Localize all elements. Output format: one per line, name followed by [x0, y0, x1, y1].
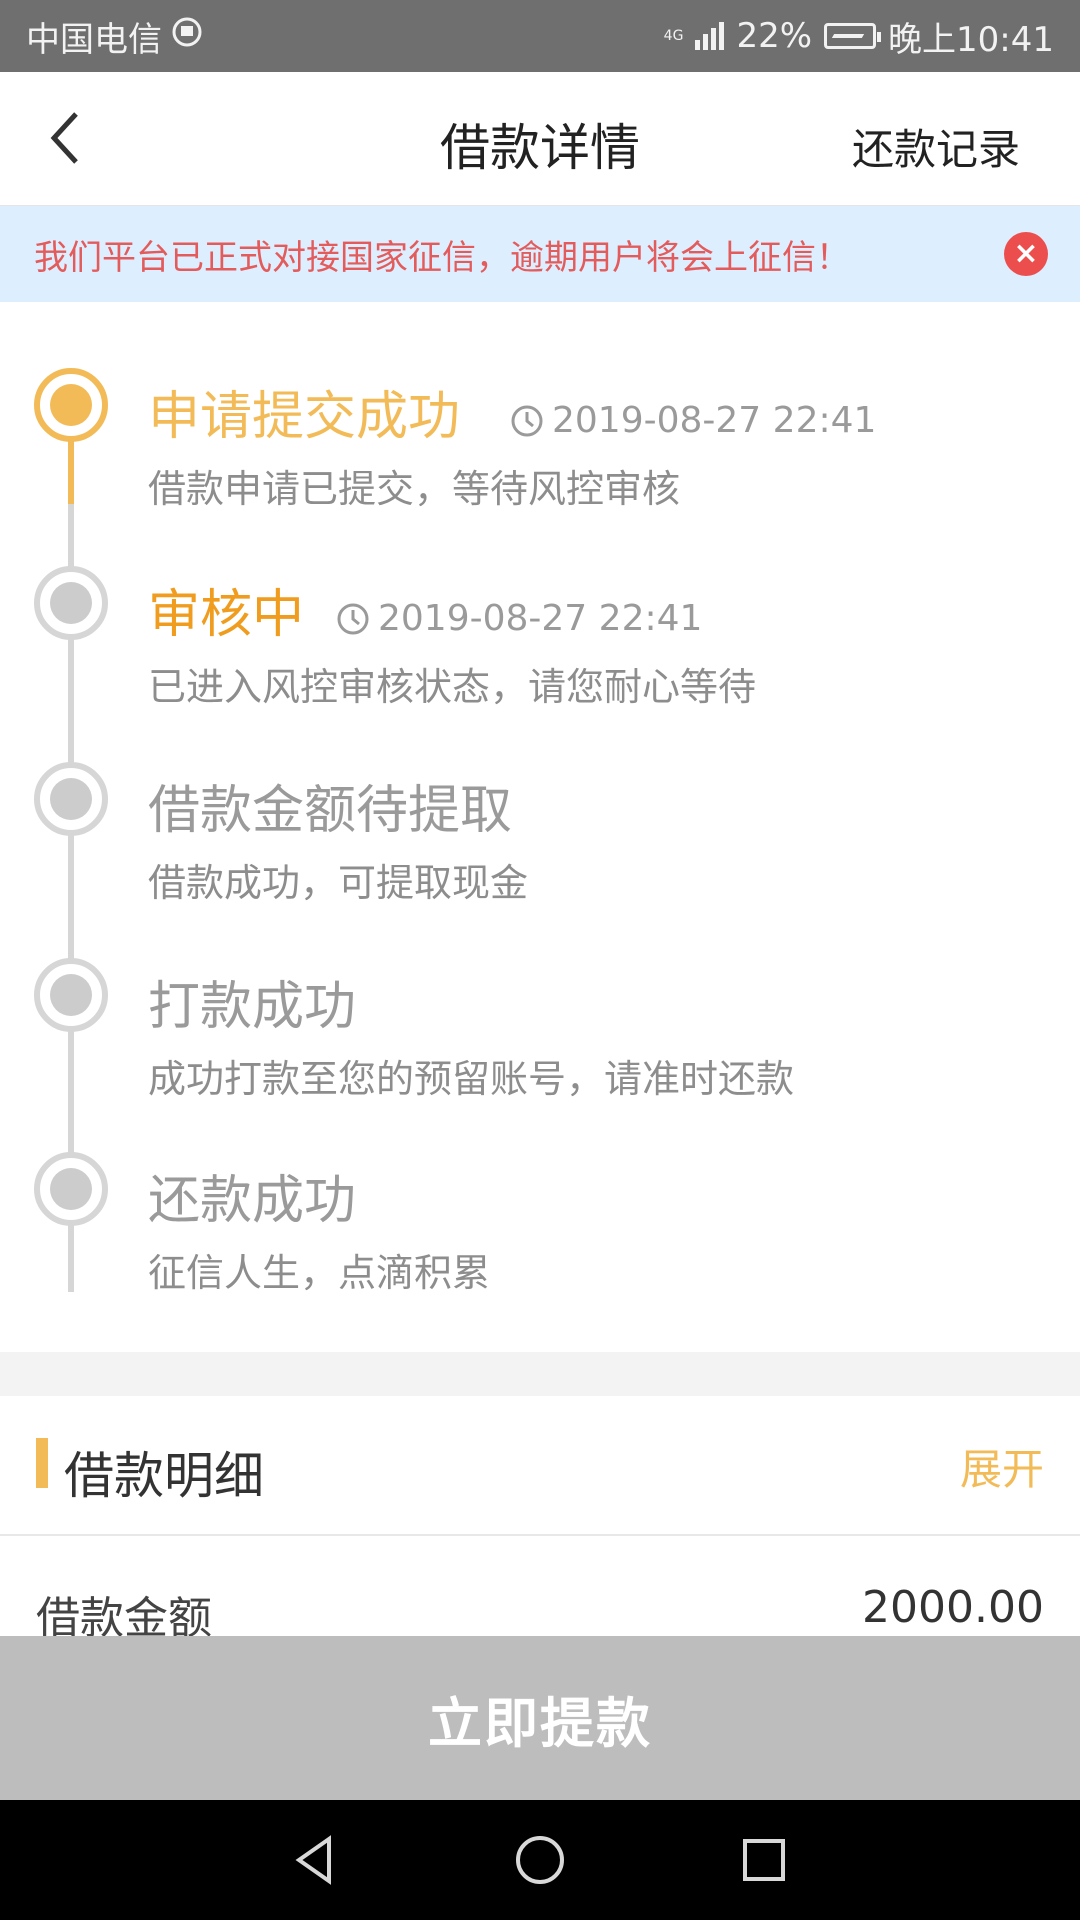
expand-button[interactable]: 展开	[960, 1436, 1044, 1497]
step-dot-icon	[34, 368, 108, 442]
status-bar: 中国电信 4G 22% 晚上10:41	[0, 0, 1080, 72]
loan-detail-header: 借款明细 展开	[0, 1396, 1080, 1536]
loan-amount-value: 2000.00	[862, 1582, 1044, 1633]
step-description: 已进入风控审核状态，请您耐心等待	[148, 665, 757, 709]
nav-recents-button[interactable]	[732, 1828, 796, 1892]
section-title: 借款明细	[64, 1447, 264, 1505]
notice-text: 我们平台已正式对接国家征信，逾期用户将会上征信！	[34, 237, 850, 278]
step-description: 借款成功，可提取现金	[148, 861, 529, 905]
repayment-record-link[interactable]: 还款记录	[852, 116, 1020, 177]
clock-icon	[511, 405, 543, 436]
clock-time: 晚上10:41	[888, 19, 1054, 60]
carrier-name: 中国电信	[26, 19, 162, 60]
section-accent-bar	[36, 1438, 48, 1488]
battery-icon	[824, 23, 882, 49]
step-title: 申请提交成功	[148, 387, 461, 447]
step-dot-icon	[34, 762, 108, 836]
app-header: 借款详情 还款记录	[0, 72, 1080, 206]
battery-percent: 22%	[736, 16, 813, 56]
nav-back-button[interactable]	[284, 1828, 348, 1892]
step-dot-icon	[34, 566, 108, 640]
timeline-step-repaid: 还款成功 征信人生，点滴积累	[0, 1152, 1080, 1332]
step-dot-icon	[34, 958, 108, 1032]
step-title: 还款成功	[148, 1171, 357, 1231]
loan-detail-section: 借款明细 展开 借款金额 2000.00	[0, 1396, 1080, 1644]
step-description: 借款申请已提交，等待风控审核	[148, 467, 681, 511]
credit-notice-banner: 我们平台已正式对接国家征信，逾期用户将会上征信！ ×	[0, 206, 1080, 302]
timeline-step-reviewing: 审核中 2019-08-27 22:41 已进入风控审核状态，请您耐心等待	[0, 566, 1080, 746]
step-title: 打款成功	[148, 977, 357, 1037]
clock-icon	[337, 603, 369, 634]
nav-home-button[interactable]	[508, 1828, 572, 1892]
step-time-text: 2019-08-27 22:41	[378, 598, 703, 639]
timeline-step-paid-out: 打款成功 成功打款至您的预留账号，请准时还款	[0, 958, 1080, 1138]
step-time: 2019-08-27 22:41	[510, 400, 876, 441]
step-time: 2019-08-27 22:41	[336, 598, 702, 639]
step-title: 审核中	[148, 585, 305, 645]
square-recents-icon	[743, 1839, 785, 1881]
loan-progress-timeline: 申请提交成功 2019-08-27 22:41 借款申请已提交，等待风控审核 审…	[0, 302, 1080, 1352]
notification-icon	[172, 16, 202, 56]
withdraw-now-button[interactable]: 立即提款	[0, 1636, 1080, 1800]
step-dot-icon	[34, 1152, 108, 1226]
step-time-text: 2019-08-27 22:41	[552, 400, 877, 441]
system-nav-bar	[0, 1800, 1080, 1920]
timeline-step-submitted: 申请提交成功 2019-08-27 22:41 借款申请已提交，等待风控审核	[0, 368, 1080, 548]
step-description: 征信人生，点滴积累	[148, 1251, 491, 1295]
network-type: 4G	[663, 28, 684, 44]
step-description: 成功打款至您的预留账号，请准时还款	[148, 1057, 795, 1101]
signal-icon	[695, 22, 725, 50]
step-title: 借款金额待提取	[148, 781, 513, 841]
close-icon[interactable]: ×	[1004, 232, 1048, 276]
triangle-back-icon	[295, 1835, 331, 1885]
circle-home-icon	[516, 1836, 564, 1884]
timeline-step-awaiting-withdrawal: 借款金额待提取 借款成功，可提取现金	[0, 762, 1080, 942]
